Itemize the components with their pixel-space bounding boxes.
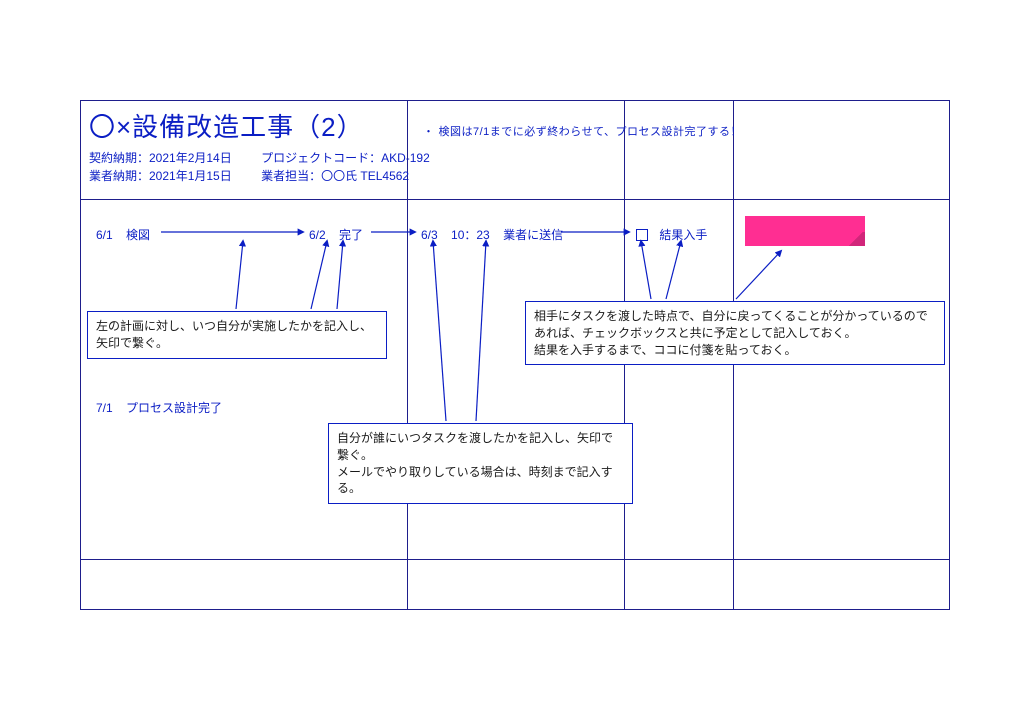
grid-row-3: [81, 559, 949, 560]
task-label: 結果入手: [659, 228, 707, 242]
task-label: 業者に送信: [503, 228, 563, 242]
project-meta-line1: 契約納期：2021年2月14日 プロジェクトコード：AKD-192: [89, 149, 430, 168]
task-date: 6/2: [309, 228, 326, 242]
task-done: 6/2 完了: [309, 226, 363, 243]
project-meta-line2: 業者納期：2021年1月15日 業者担当：〇〇氏 TEL4562: [89, 167, 409, 186]
project-code: プロジェクトコード：AKD-192: [261, 151, 430, 165]
task-date: 7/1: [96, 401, 113, 415]
callout1-arrow-b: [311, 241, 327, 309]
callout-checkbox-plan: 相手にタスクを渡した時点で、自分に戻ってくることが分かっているのであれば、チェッ…: [525, 301, 945, 365]
header-sticky-note: 検図は7/1までに必ず終わらせて、プロセス設計完了する！: [423, 123, 742, 139]
project-title: 〇×設備改造工事（2）: [89, 107, 364, 144]
task-label: 検図: [126, 228, 150, 242]
task-send: 6/3 10：23 業者に送信: [421, 226, 563, 243]
task-process-design-complete: 7/1 プロセス設計完了: [96, 399, 222, 416]
task-inspect: 6/1 検図: [96, 226, 150, 243]
callout1-arrow-c: [337, 241, 343, 309]
diagram-page: 〇×設備改造工事（2） 契約納期：2021年2月14日 プロジェクトコード：AK…: [0, 0, 1024, 724]
task-result: 結果入手: [636, 226, 707, 243]
task-time: 10：23: [451, 228, 490, 242]
callout3-arrow-checkbox: [641, 241, 651, 299]
grid-frame: 〇×設備改造工事（2） 契約納期：2021年2月14日 プロジェクトコード：AK…: [80, 100, 950, 610]
callout-task-handoff: 自分が誰にいつタスクを渡したかを記入し、矢印で繋ぐ。 メールでやり取りしている場…: [328, 423, 633, 504]
callout-plan-actual: 左の計画に対し、いつ自分が実施したかを記入し、矢印で繋ぐ。: [87, 311, 387, 359]
vendor-contact: 業者担当：〇〇氏 TEL4562: [261, 169, 409, 183]
vendor-date: 業者納期：2021年1月15日: [89, 169, 232, 183]
contract-date: 契約納期：2021年2月14日: [89, 151, 232, 165]
task-label: 完了: [339, 228, 363, 242]
callout2-arrow-date: [433, 241, 446, 421]
callout3-arrow-sticky: [736, 251, 781, 299]
task-label: プロセス設計完了: [126, 401, 222, 415]
sticky-note-icon: [745, 216, 865, 246]
grid-row-2: [81, 199, 949, 200]
task-date: 6/1: [96, 228, 113, 242]
callout2-arrow-time: [476, 241, 486, 421]
checkbox-icon: [636, 229, 648, 241]
task-date: 6/3: [421, 228, 438, 242]
callout3-arrow-label: [666, 241, 681, 299]
callout1-arrow-a: [236, 241, 243, 309]
